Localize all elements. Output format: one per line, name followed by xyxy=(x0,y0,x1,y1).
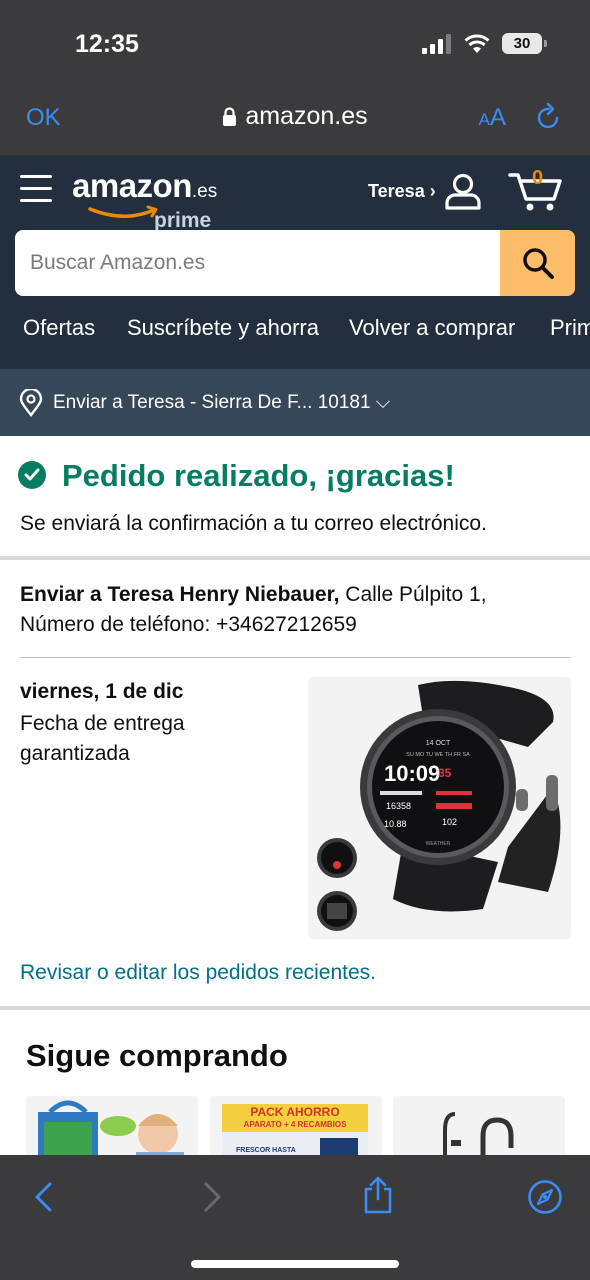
share-icon[interactable] xyxy=(362,1175,394,1215)
status-time: 12:35 xyxy=(75,30,139,58)
delivery-guarantee: Fecha de entrega garantizada xyxy=(20,712,185,765)
cart-count: 0 xyxy=(532,167,544,189)
hamburger-menu-icon[interactable] xyxy=(20,175,52,203)
pack-label: FRESCOR HASTA xyxy=(236,1147,296,1154)
divider xyxy=(20,657,571,658)
divider xyxy=(0,1006,590,1010)
account-link[interactable]: Teresa › xyxy=(368,181,436,202)
shipping-name: Enviar a Teresa Henry Niebauer, xyxy=(20,583,340,606)
search-bar xyxy=(15,230,575,296)
amazon-smile-icon xyxy=(88,205,158,218)
back-icon[interactable] xyxy=(32,1181,54,1213)
review-orders-link[interactable]: Revisar o editar los pedidos recientes. xyxy=(20,961,376,985)
confirmation-subtitle: Se enviará la confirmación a tu correo e… xyxy=(20,512,487,535)
cart-button[interactable]: 0 xyxy=(508,167,568,213)
status-icons: 30 xyxy=(422,33,547,54)
shipping-phone: Número de teléfono: +34627212659 xyxy=(20,613,357,636)
search-input[interactable] xyxy=(15,230,500,296)
nav-link-prime[interactable]: Prime xyxy=(550,315,590,341)
signal-icon xyxy=(422,33,451,54)
browser-toolbar xyxy=(0,1155,590,1280)
nav-link-ofertas[interactable]: Ofertas xyxy=(23,315,95,341)
amazon-prime-logo[interactable]: amazon.es prime xyxy=(72,167,217,232)
url-bar[interactable]: OK amazon.es AA xyxy=(0,96,590,140)
watch-days: SU MO TU WE TH FR SA xyxy=(406,752,470,758)
shipping-street: Calle Púlpito 1, xyxy=(339,583,487,606)
amazon-header: amazon.es prime Teresa › 0 Ofertas Suscr… xyxy=(0,155,590,369)
nav-link-buy-again[interactable]: Volver a comprar xyxy=(349,315,515,341)
lock-icon xyxy=(223,106,237,126)
watch-seconds: 35 xyxy=(438,766,452,780)
shipping-address: Enviar a Teresa Henry Niebauer, Calle Pú… xyxy=(20,580,580,640)
check-circle-icon xyxy=(18,461,46,489)
wifi-icon xyxy=(464,34,490,53)
keep-shopping-title: Sigue comprando xyxy=(26,1038,288,1073)
user-icon[interactable] xyxy=(444,172,482,210)
reader-options-button[interactable]: AA xyxy=(479,104,506,132)
browser-top-chrome: 12:35 30 OK amazon.es AA xyxy=(0,0,590,155)
delivery-date: viernes, 1 de dic xyxy=(20,680,184,703)
compass-icon[interactable] xyxy=(527,1179,563,1215)
nav-links: Ofertas Suscríbete y ahorra Volver a com… xyxy=(0,315,590,355)
product-image-smartwatch[interactable]: 14 OCT SU MO TU WE TH FR SA 10:09 35 163… xyxy=(308,677,571,939)
deliver-to-bar[interactable]: Enviar a Teresa - Sierra De F... 10181 ⌵ xyxy=(0,369,590,436)
deliver-to-text: Enviar a Teresa - Sierra De F... 10181 ⌵ xyxy=(53,392,391,413)
forward-icon[interactable] xyxy=(202,1181,224,1213)
pack-title: PACK AHORRO xyxy=(250,1105,339,1119)
url-text: amazon.es xyxy=(245,102,368,130)
watch-steps: 16358 xyxy=(386,801,411,811)
battery-indicator: 30 xyxy=(502,33,547,54)
reload-icon[interactable] xyxy=(536,102,562,136)
nav-link-subscribe[interactable]: Suscríbete y ahorra xyxy=(127,315,319,341)
watch-weather: WEATHER xyxy=(426,841,451,847)
watch-distance: 10.88 xyxy=(384,819,407,829)
watch-heart: 102 xyxy=(442,817,457,827)
order-confirmation: Pedido realizado, ¡gracias! Se enviará l… xyxy=(0,436,590,556)
pack-subtitle: APARATO + 4 RECAMBIOS xyxy=(244,1120,348,1129)
search-icon xyxy=(522,248,554,279)
watch-date: 14 OCT xyxy=(426,740,451,747)
location-pin-icon xyxy=(19,389,43,417)
divider xyxy=(0,556,590,560)
confirmation-title: Pedido realizado, ¡gracias! xyxy=(62,458,455,493)
watch-time: 10:09 xyxy=(384,761,440,786)
home-indicator[interactable] xyxy=(191,1260,399,1268)
search-button[interactable] xyxy=(500,230,575,296)
